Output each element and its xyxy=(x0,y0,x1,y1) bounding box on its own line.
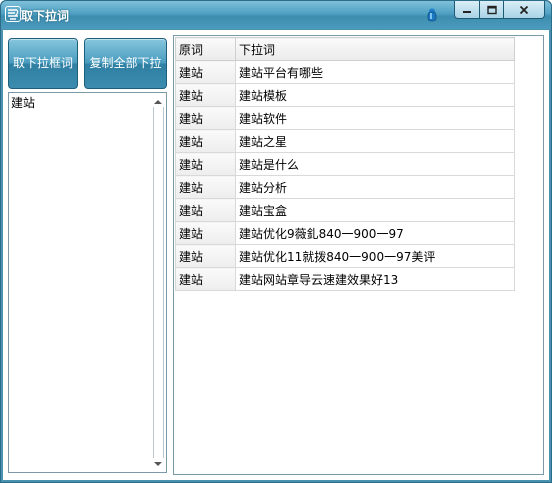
table-row[interactable]: 建站 建站网站章导云速建效果好13 xyxy=(175,267,515,291)
maximize-icon xyxy=(486,5,497,14)
column-header-dropdown[interactable]: 下拉词 xyxy=(235,37,515,61)
scroll-up-icon[interactable] xyxy=(153,97,163,107)
table-row[interactable]: 建站 建站模板 xyxy=(175,83,515,107)
cell-original[interactable]: 建站 xyxy=(175,83,236,107)
table-row[interactable]: 建站 建站软件 xyxy=(175,106,515,130)
cell-dropdown[interactable]: 建站之星 xyxy=(235,129,515,153)
cell-original[interactable]: 建站 xyxy=(175,60,236,84)
column-header-original[interactable]: 原词 xyxy=(175,37,236,61)
get-dropdown-words-button[interactable]: 取下拉框词 xyxy=(8,38,78,89)
scroll-down-icon[interactable] xyxy=(153,459,163,469)
app-window: 取下拉词 取下拉框词 复制全部下拉 建站 原词 下拉词 建站 建站平台有哪些 建… xyxy=(0,0,552,483)
maximize-button[interactable] xyxy=(479,1,504,19)
table-row[interactable]: 建站 建站之星 xyxy=(175,129,515,153)
cell-dropdown[interactable]: 建站宝盒 xyxy=(235,198,515,222)
keyword-input-text: 建站 xyxy=(11,96,36,110)
minimize-icon xyxy=(463,10,471,13)
cell-dropdown[interactable]: 建站分析 xyxy=(235,175,515,199)
table-row[interactable]: 建站 建站优化9薇釓840一900一97 xyxy=(175,221,515,245)
cell-original[interactable]: 建站 xyxy=(175,152,236,176)
table-row[interactable]: 建站 建站是什么 xyxy=(175,152,515,176)
cell-original[interactable]: 建站 xyxy=(175,106,236,130)
table-row[interactable]: 建站 建站优化11就拨840一900一97美评 xyxy=(175,244,515,268)
close-icon xyxy=(519,5,529,14)
cell-original[interactable]: 建站 xyxy=(175,129,236,153)
cell-dropdown[interactable]: 建站模板 xyxy=(235,83,515,107)
pin-icon[interactable] xyxy=(425,7,439,23)
cell-original[interactable]: 建站 xyxy=(175,244,236,268)
table-row[interactable]: 建站 建站宝盒 xyxy=(175,198,515,222)
app-logo-icon xyxy=(5,6,21,22)
cell-original[interactable]: 建站 xyxy=(175,267,236,291)
cell-dropdown[interactable]: 建站是什么 xyxy=(235,152,515,176)
close-button[interactable] xyxy=(503,1,545,19)
results-table: 原词 下拉词 建站 建站平台有哪些 建站 建站模板 建站 建站软件 建站 建站之星 建站… xyxy=(175,37,515,291)
keyword-input-scrollbar[interactable] xyxy=(151,93,166,472)
keyword-input[interactable]: 建站 xyxy=(8,92,167,473)
cell-original[interactable]: 建站 xyxy=(175,221,236,245)
cell-dropdown[interactable]: 建站软件 xyxy=(235,106,515,130)
results-grid: 原词 下拉词 建站 建站平台有哪些 建站 建站模板 建站 建站软件 建站 建站之星 建站… xyxy=(173,35,544,475)
cell-original[interactable]: 建站 xyxy=(175,175,236,199)
cell-dropdown[interactable]: 建站优化9薇釓840一900一97 xyxy=(235,221,515,245)
table-row[interactable]: 建站 建站分析 xyxy=(175,175,515,199)
window-title: 取下拉词 xyxy=(21,9,70,23)
copy-all-dropdown-button[interactable]: 复制全部下拉 xyxy=(84,38,167,89)
client-area: 取下拉框词 复制全部下拉 建站 原词 下拉词 建站 建站平台有哪些 建站 建站模… xyxy=(3,30,549,480)
cell-dropdown[interactable]: 建站网站章导云速建效果好13 xyxy=(235,267,515,291)
cell-dropdown[interactable]: 建站平台有哪些 xyxy=(235,60,515,84)
table-row[interactable]: 建站 建站平台有哪些 xyxy=(175,60,515,84)
cell-dropdown[interactable]: 建站优化11就拨840一900一97美评 xyxy=(235,244,515,268)
scroll-track[interactable] xyxy=(153,107,164,458)
table-header-row: 原词 下拉词 xyxy=(175,37,515,61)
minimize-button[interactable] xyxy=(454,1,480,19)
cell-original[interactable]: 建站 xyxy=(175,198,236,222)
title-bar[interactable]: 取下拉词 xyxy=(1,1,551,29)
